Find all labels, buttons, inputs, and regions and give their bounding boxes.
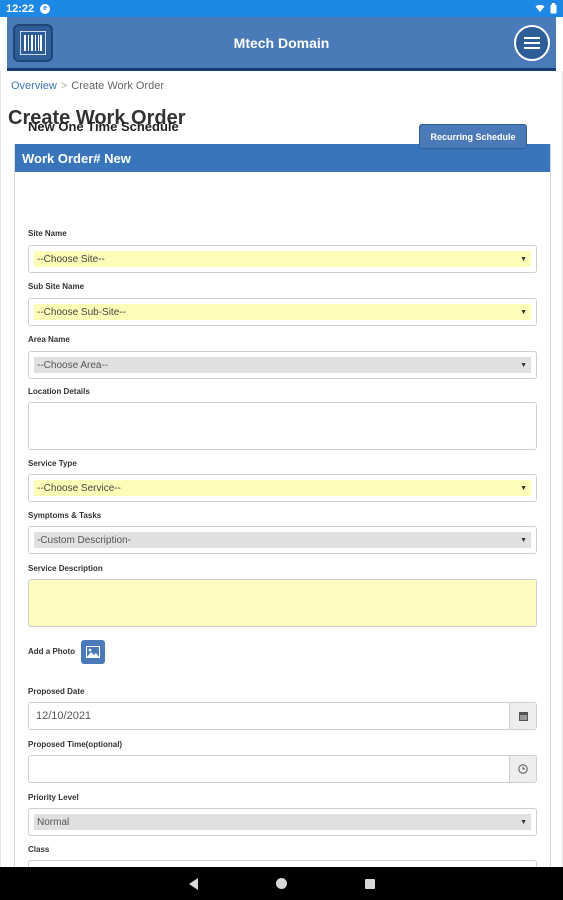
service-type-value: --Choose Service-- — [37, 482, 121, 494]
sub-site-name-value: --Choose Sub-Site-- — [37, 306, 126, 318]
add-photo-button[interactable] — [81, 640, 105, 664]
clock-icon — [518, 764, 528, 774]
class-label: Class — [28, 845, 50, 854]
site-name-value: --Choose Site-- — [37, 253, 105, 265]
class-select[interactable] — [28, 860, 537, 867]
site-name-label: Site Name — [28, 229, 67, 238]
home-icon[interactable] — [275, 878, 287, 889]
sub-site-name-select[interactable]: --Choose Sub-Site-- ▼ — [28, 298, 537, 326]
chevron-down-icon: ▼ — [520, 308, 527, 316]
service-description-textarea[interactable] — [28, 579, 537, 627]
breadcrumb-overview-link[interactable]: Overview — [11, 80, 57, 92]
area-name-select[interactable]: --Choose Area-- ▼ — [28, 351, 537, 379]
menu-icon — [524, 37, 540, 49]
proposed-time-label: Proposed Time(optional) — [28, 740, 123, 749]
service-type-select[interactable]: --Choose Service-- ▼ — [28, 474, 537, 502]
area-name-value: --Choose Area-- — [37, 359, 109, 371]
breadcrumb: Overview > Create Work Order — [11, 80, 164, 92]
calendar-icon — [518, 711, 528, 721]
chevron-down-icon: ▼ — [520, 255, 527, 263]
app-notification-icon: e — [40, 3, 51, 14]
priority-level-select[interactable]: Normal ▼ — [28, 808, 537, 836]
chevron-down-icon: ▼ — [520, 818, 527, 826]
sub-site-name-label: Sub Site Name — [28, 282, 85, 291]
status-icons — [535, 3, 557, 14]
site-name-select[interactable]: --Choose Site-- ▼ — [28, 245, 537, 273]
recurring-schedule-button[interactable]: Recurring Schedule — [419, 124, 527, 149]
back-icon[interactable] — [188, 877, 198, 890]
proposed-date-input[interactable]: 12/10/2021 — [28, 702, 537, 730]
chevron-down-icon: ▼ — [520, 484, 527, 492]
barcode-scan-button[interactable] — [13, 24, 53, 62]
recents-icon[interactable] — [364, 878, 375, 889]
add-photo-label: Add a Photo — [28, 647, 76, 656]
service-type-label: Service Type — [28, 459, 77, 468]
status-time: 12:22 — [6, 2, 35, 15]
status-bar: 12:22 e — [0, 0, 563, 17]
system-navigation-bar — [0, 867, 563, 900]
chevron-down-icon: ▼ — [520, 361, 527, 369]
calendar-button[interactable] — [509, 703, 536, 729]
battery-icon — [550, 3, 557, 14]
location-details-textarea[interactable] — [28, 402, 537, 450]
priority-level-label: Priority Level — [28, 793, 79, 802]
schedule-title: New One Time Schedule — [28, 119, 179, 134]
proposed-date-label: Proposed Date — [28, 687, 85, 696]
priority-level-value: Normal — [37, 816, 70, 828]
proposed-time-input[interactable] — [28, 755, 537, 783]
symptoms-tasks-label: Symptoms & Tasks — [28, 511, 102, 520]
proposed-time-value — [29, 756, 509, 782]
chevron-down-icon: ▼ — [520, 536, 527, 544]
wifi-icon — [535, 4, 545, 12]
area-name-label: Area Name — [28, 335, 70, 344]
clock-button[interactable] — [509, 756, 536, 782]
symptoms-tasks-select[interactable]: -Custom Description- ▼ — [28, 526, 537, 554]
service-description-label: Service Description — [28, 564, 103, 573]
proposed-date-value: 12/10/2021 — [36, 710, 92, 722]
app-header: Mtech Domain — [7, 17, 556, 71]
breadcrumb-separator: > — [60, 80, 68, 92]
symptoms-tasks-value: -Custom Description- — [37, 534, 131, 546]
page-content: Overview > Create Work Order Create Work O… — [0, 71, 563, 867]
menu-button[interactable] — [514, 25, 550, 61]
location-details-label: Location Details — [28, 387, 90, 396]
app-title: Mtech Domain — [233, 34, 330, 51]
image-icon — [86, 646, 100, 658]
barcode-icon — [20, 31, 46, 55]
breadcrumb-current: Create Work Order — [71, 80, 164, 92]
